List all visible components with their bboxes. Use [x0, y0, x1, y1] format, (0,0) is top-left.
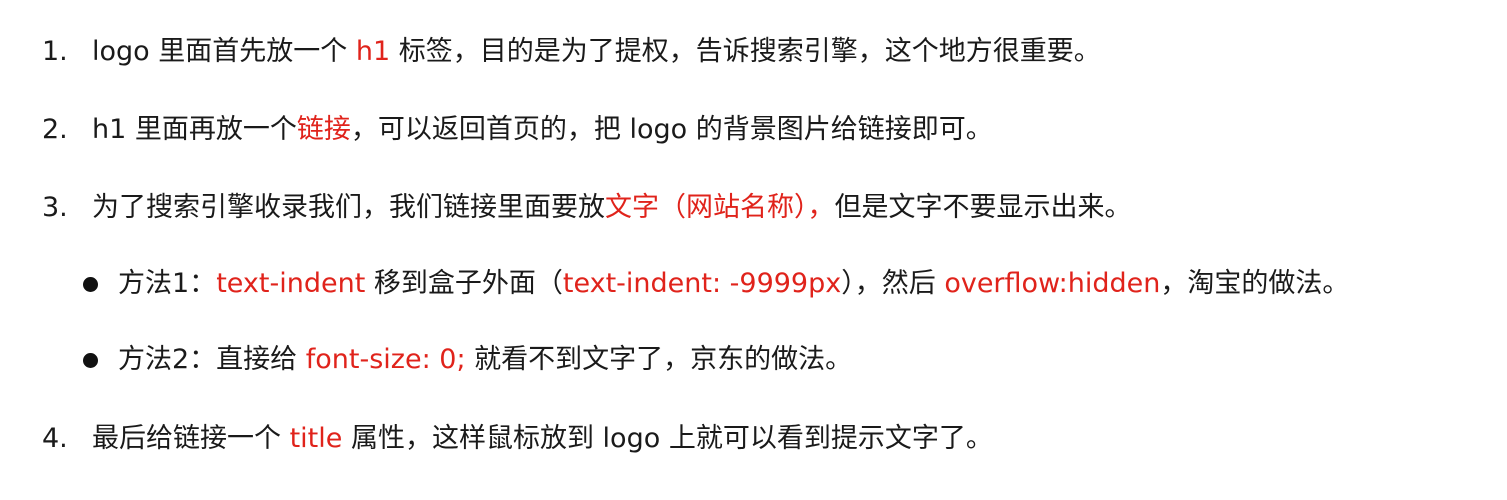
bullet-text: 方法2：直接给 font-size: 0; 就看不到文字了，京东的做法。 — [118, 340, 852, 380]
highlight-title: title — [289, 423, 343, 454]
highlight-link: 链接 — [296, 114, 351, 145]
text-segment: 最后给链接一个 — [92, 423, 290, 454]
list-marker: 4. — [42, 423, 68, 454]
code-font-size: font-size: 0; — [305, 344, 466, 375]
highlight-h1: h1 — [355, 36, 391, 67]
list-item-text: 为了搜索引擎收录我们，我们链接里面要放文字（网站名称），但是文字不要显示出来。 — [92, 188, 1132, 228]
list-item-text: logo 里面首先放一个 h1 标签，目的是为了提权，告诉搜索引擎，这个地方很重… — [92, 32, 1101, 72]
text-segment: 标签，目的是为了提权，告诉搜索引擎，这个地方很重要。 — [390, 36, 1101, 67]
text-segment: 属性，这样鼠标放到 logo 上就可以看到提示文字了。 — [342, 423, 993, 454]
text-segment: ，淘宝的做法。 — [1160, 268, 1350, 299]
text-segment: 就看不到文字了，京东的做法。 — [465, 344, 853, 375]
bullet-dot-icon — [83, 277, 98, 292]
bullet-dot-icon — [83, 353, 98, 368]
text-segment: h1 里面再放一个 — [92, 114, 297, 145]
text-segment: 方法2：直接给 — [118, 344, 306, 375]
text-segment: ），然后 — [841, 268, 945, 299]
code-text-indent: text-indent — [216, 268, 366, 299]
bullet-text: 方法1：text-indent 移到盒子外面（text-indent: -999… — [118, 264, 1349, 304]
list-item-text: 最后给链接一个 title 属性，这样鼠标放到 logo 上就可以看到提示文字了… — [92, 419, 993, 459]
text-segment: 但是文字不要显示出来。 — [834, 192, 1132, 223]
text-segment: 方法1： — [118, 268, 217, 299]
highlight-site-name: 文字（网站名称）， — [605, 192, 835, 223]
text-segment: 为了搜索引擎收录我们，我们链接里面要放 — [92, 192, 605, 223]
text-segment: logo 里面首先放一个 — [92, 36, 356, 67]
code-text-indent-value: text-indent: -9999px — [562, 268, 842, 299]
list-marker: 2. — [42, 114, 68, 145]
text-segment: 移到盒子外面（ — [365, 268, 563, 299]
list-marker: 1. — [42, 36, 68, 67]
list-item-text: h1 里面再放一个链接，可以返回首页的，把 logo 的背景图片给链接即可。 — [92, 110, 993, 150]
code-overflow-hidden: overflow:hidden — [944, 268, 1161, 299]
text-segment: ，可以返回首页的，把 logo 的背景图片给链接即可。 — [350, 114, 993, 145]
list-marker: 3. — [42, 192, 68, 223]
